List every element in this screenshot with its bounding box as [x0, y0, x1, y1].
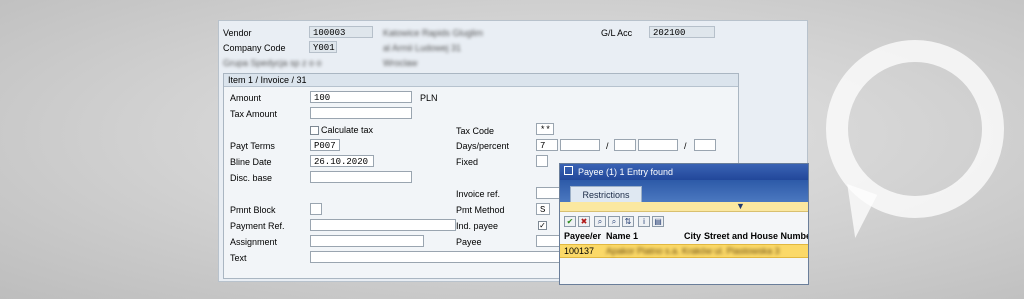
company-code-label: Company Code [223, 43, 286, 53]
bline-date-field[interactable]: 26.10.2020 [310, 155, 374, 167]
find-next-icon[interactable]: ⌕ [608, 216, 620, 227]
bline-date-label: Bline Date [230, 157, 272, 167]
payee-popup: Payee (1) 1 Entry found Restrictions ▼ ✔… [559, 163, 809, 285]
vendor-field[interactable]: 100003 [309, 26, 373, 38]
text-field[interactable] [310, 251, 570, 263]
amount-label: Amount [230, 93, 262, 103]
filter-icon: ▼ [736, 201, 745, 211]
pmnt-block-label: Pmnt Block [230, 205, 276, 215]
info-icon[interactable]: i [638, 216, 650, 227]
days1-field[interactable]: 7 [536, 139, 558, 151]
gl-acc-label: G/L Acc [601, 28, 633, 38]
ind-payee-label: Ind. payee [456, 221, 499, 231]
vendor-label: Vendor [223, 28, 252, 38]
company-name: Grupa Spedycja sp z o o [223, 58, 322, 68]
percent1-field[interactable] [560, 139, 600, 151]
days3-field[interactable] [694, 139, 716, 151]
row-payee: 100137 [564, 246, 595, 256]
currency-label: PLN [420, 93, 438, 103]
check-icon[interactable]: ✔ [564, 216, 576, 227]
pmnt-block-field[interactable] [310, 203, 322, 215]
text-label: Text [230, 253, 247, 263]
col-city[interactable]: City [684, 231, 701, 242]
assignment-field[interactable] [310, 235, 424, 247]
gl-acc-field[interactable]: 202100 [649, 26, 715, 38]
vendor-name: Katowice Rapids Gluglim [383, 28, 484, 38]
tax-amount-label: Tax Amount [230, 109, 278, 119]
fixed-label: Fixed [456, 157, 479, 167]
item-header: Item 1 / Invoice / 31 [224, 74, 738, 87]
popup-title: Payee (1) 1 Entry found [578, 167, 674, 177]
days-percent-label: Days/percent [456, 141, 510, 151]
calculate-tax-checkbox[interactable] [310, 126, 319, 135]
disc-base-label: Disc. base [230, 173, 273, 183]
popup-title-bar[interactable]: Payee (1) 1 Entry found [560, 164, 808, 180]
col-name1[interactable]: Name 1 [606, 231, 638, 242]
slash1: / [606, 141, 609, 151]
company-city: Wroclaw [383, 58, 418, 68]
print-icon[interactable]: ▤ [652, 216, 664, 227]
payt-terms-field[interactable]: P007 [310, 139, 340, 151]
item-title: Item 1 / Invoice / 31 [228, 75, 307, 85]
payment-ref-field[interactable] [310, 219, 456, 231]
row-name: Apakor Piatno s.a. Kraków ul. Piastowska… [606, 246, 780, 256]
sort-icon[interactable]: ⇅ [622, 216, 634, 227]
amount-field[interactable]: 100 [310, 91, 412, 103]
calculate-tax-label: Calculate tax [321, 125, 374, 135]
payment-ref-label: Payment Ref. [230, 221, 285, 231]
col-payee[interactable]: Payee/er [564, 231, 601, 242]
tax-amount-field[interactable] [310, 107, 412, 119]
payt-terms-label: Payt Terms [230, 141, 275, 151]
invoice-ref-label: Invoice ref. [456, 189, 501, 199]
fixed-field[interactable] [536, 155, 548, 167]
payee-label: Payee [456, 237, 482, 247]
find-icon[interactable]: ⌕ [594, 216, 606, 227]
cancel-icon[interactable]: ✖ [578, 216, 590, 227]
window-icon [564, 166, 573, 175]
popup-tab-bar: Restrictions [560, 180, 808, 203]
slash2: / [684, 141, 687, 151]
pmt-method-field[interactable]: S [536, 203, 550, 215]
days2-field[interactable] [614, 139, 636, 151]
assignment-label: Assignment [230, 237, 278, 247]
company-address: al Armii Ludowej 31 [383, 43, 462, 53]
tax-code-field[interactable]: ** [536, 123, 554, 135]
restrictions-toggle[interactable]: ▼ [560, 201, 808, 212]
percent2-field[interactable] [638, 139, 678, 151]
pmt-method-label: Pmt Method [456, 205, 505, 215]
tax-code-label: Tax Code [456, 126, 495, 136]
disc-base-field[interactable] [310, 171, 412, 183]
col-street[interactable]: Street and House Number [704, 231, 808, 242]
ind-payee-checkbox[interactable]: ✓ [538, 221, 547, 230]
table-row[interactable]: 100137 Apakor Piatno s.a. Kraków ul. Pia… [560, 244, 808, 258]
company-code-field[interactable]: Y001 [309, 41, 337, 53]
tab-restrictions[interactable]: Restrictions [570, 186, 642, 203]
